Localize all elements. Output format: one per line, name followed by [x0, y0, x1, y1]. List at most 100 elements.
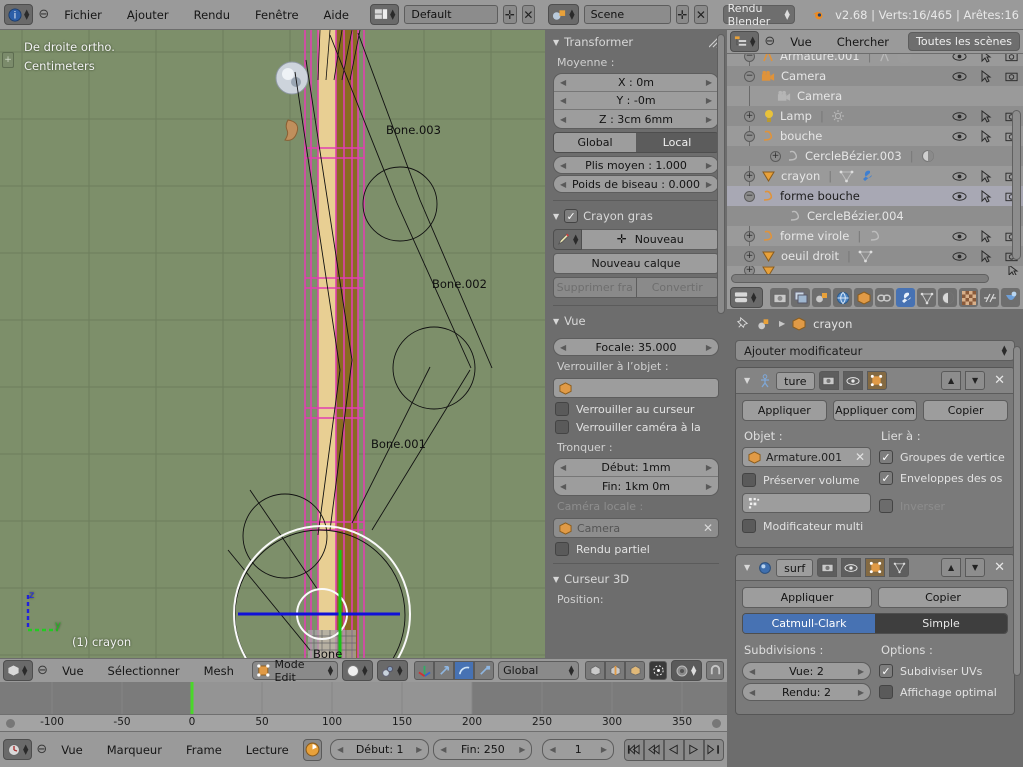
- add-scene-button[interactable]: ✛: [675, 5, 690, 24]
- subsurf-algorithm-toggle[interactable]: Catmull-Clark Simple: [742, 613, 1008, 634]
- frame-end-field[interactable]: ◀ Fin: 250 ▶: [433, 739, 533, 760]
- outliner-restrict-icons[interactable]: [952, 109, 1019, 123]
- clip-fields[interactable]: ◀ Début: 1mm ▶ ◀ Fin: 1km 0m ▶: [553, 458, 719, 496]
- tab-render-layers[interactable]: [791, 288, 810, 307]
- bone-envelopes-checkbox[interactable]: ✓: [879, 471, 893, 485]
- add-modifier-dropdown[interactable]: Ajouter modificateur ▲ ▼: [735, 340, 1015, 361]
- panel-header-cursor-3d[interactable]: ▼ Curseur 3D: [545, 37, 727, 590]
- optimal-display-row[interactable]: Affichage optimal: [879, 685, 1008, 699]
- tab-physics[interactable]: [1001, 288, 1020, 307]
- outliner-row-forme-bouche[interactable]: − forme bouche: [727, 186, 1023, 206]
- tab-material[interactable]: [938, 288, 957, 307]
- subsurf-oncage-toggle[interactable]: [889, 558, 910, 577]
- timeline-editor[interactable]: -100 -50 0 50 100 150 200 250 300 350 ▲ ▼…: [0, 682, 727, 767]
- viewport-properties-panel[interactable]: ▼ Transformer Moyenne : ◀ X : 0m ▶ ◀ Y :…: [545, 30, 727, 658]
- armature-object-field[interactable]: Armature.001 ✕: [742, 447, 871, 467]
- subsurf-viewport-toggle[interactable]: [841, 558, 862, 577]
- median-fields[interactable]: ◀ X : 0m ▶ ◀ Y : -0m ▶ ◀ Z : 3cm 6mm ▶: [553, 73, 719, 129]
- outliner-tree[interactable]: − Armature.001 | − Camera Camera + Lamp …: [727, 54, 1023, 286]
- grease-pencil-delete-frame-button[interactable]: Supprimer fra: [553, 277, 637, 298]
- clip-end-field[interactable]: ◀ Fin: 1km 0m ▶: [554, 477, 718, 495]
- cursor-arrow-icon[interactable]: [980, 249, 992, 263]
- outliner-menu-chercher[interactable]: Chercher: [827, 32, 899, 52]
- outliner-menu-vue[interactable]: Vue: [780, 32, 821, 52]
- falloff-selector[interactable]: ▲ ▼: [671, 660, 703, 681]
- mean-crease-field[interactable]: ◀ Plis moyen : 1.000 ▶: [553, 156, 719, 174]
- transform-orientation-selector[interactable]: Global ▲ ▼: [498, 661, 580, 680]
- cursor-arrow-icon[interactable]: [980, 169, 992, 183]
- play-reverse-button[interactable]: [663, 738, 684, 761]
- cursor-arrow-icon[interactable]: [980, 54, 992, 63]
- outliner-restrict-icons[interactable]: [952, 54, 1019, 63]
- bone-envelopes-row[interactable]: ✓ Enveloppes des os: [879, 471, 1008, 485]
- expander-icon[interactable]: +: [770, 150, 781, 162]
- clear-armature-object-icon[interactable]: ✕: [855, 450, 865, 464]
- outliner-row-armature001[interactable]: − Armature.001 |: [727, 54, 1023, 66]
- scroll-handle-left-icon[interactable]: [6, 719, 15, 728]
- editor-type-timeline-selector[interactable]: ▲ ▼: [3, 739, 33, 760]
- subsurf-apply-button[interactable]: Appliquer: [742, 587, 872, 608]
- face-select-button[interactable]: [625, 661, 646, 680]
- lock-cursor-row[interactable]: Verrouiller au curseur: [555, 402, 717, 416]
- clip-start-field[interactable]: ◀ Début: 1mm ▶: [554, 459, 718, 477]
- subsurf-simple-button[interactable]: Simple: [875, 614, 1007, 633]
- cursor-arrow-icon[interactable]: [980, 69, 992, 83]
- tab-particles[interactable]: [980, 288, 999, 307]
- eye-icon[interactable]: [952, 251, 967, 262]
- collapse-menu-icon[interactable]: ⊖: [37, 663, 48, 678]
- scene-selector[interactable]: ▲ ▼: [548, 4, 579, 25]
- outliner-vertical-scrollbar[interactable]: [1012, 110, 1021, 260]
- manipulator-toggle-button[interactable]: [414, 661, 435, 680]
- camera-render-icon[interactable]: [1005, 70, 1019, 82]
- grease-pencil-new-button[interactable]: ✛ Nouveau: [582, 229, 719, 250]
- outliner-row-cerclebezier004[interactable]: CercleBézier.004: [727, 206, 1023, 226]
- multi-modifier-checkbox[interactable]: [742, 519, 756, 533]
- modifier-editmode-toggle[interactable]: [866, 371, 887, 390]
- render-engine-selector[interactable]: Rendu Blender ▲ ▼: [722, 2, 795, 28]
- toolshelf-expand-handle[interactable]: +: [2, 52, 14, 68]
- tl-menu-frame[interactable]: Frame: [176, 740, 232, 760]
- modifier-subsurf-name[interactable]: surf: [776, 558, 814, 577]
- expander-icon[interactable]: −: [744, 54, 755, 62]
- local-camera-field[interactable]: Camera ✕: [553, 518, 719, 538]
- vertex-groups-row[interactable]: ✓ Groupes de vertice: [879, 450, 1008, 464]
- scroll-handle-right-icon[interactable]: [712, 719, 721, 728]
- outliner-display-mode-selector[interactable]: Toutes les scènes: [908, 32, 1020, 51]
- properties-editor[interactable]: ▲ ▼ ▶ crayon Ajouter modificateur ▲ ▼ ▼ …: [727, 286, 1023, 767]
- editor-type-3dview-selector[interactable]: ▲ ▼: [3, 660, 34, 681]
- camera-render-icon[interactable]: [1005, 54, 1019, 62]
- menu-fichier[interactable]: Fichier: [54, 5, 112, 25]
- outliner-restrict-icons[interactable]: [952, 169, 1019, 183]
- play-button[interactable]: [683, 738, 704, 761]
- median-y-field[interactable]: ◀ Y : -0m ▶: [554, 92, 718, 110]
- expander-icon[interactable]: −: [744, 70, 755, 82]
- lock-camera-row[interactable]: Verrouiller caméra à la: [555, 420, 717, 434]
- translate-manipulator-button[interactable]: [434, 661, 455, 680]
- render-border-checkbox[interactable]: [555, 542, 569, 556]
- subsurf-move-down-button[interactable]: ▼: [965, 558, 986, 577]
- menu-ajouter[interactable]: Ajouter: [117, 5, 179, 25]
- tab-modifiers[interactable]: [896, 288, 915, 307]
- subdivide-uvs-checkbox[interactable]: ✓: [879, 664, 893, 678]
- outliner-row-forme-virole[interactable]: + forme virole |: [727, 226, 1023, 246]
- modifier-move-up-button[interactable]: ▲: [941, 371, 962, 390]
- pivot-point-selector[interactable]: ▲ ▼: [377, 660, 409, 681]
- screen-layout-selector[interactable]: ▲ ▼: [369, 4, 400, 25]
- outliner-restrict-icons[interactable]: [952, 189, 1019, 203]
- armature-apply-as-button[interactable]: Appliquer com: [832, 400, 918, 421]
- editor-type-info-selector[interactable]: i ▲ ▼: [4, 4, 34, 25]
- auto-keyframe-button[interactable]: [302, 738, 323, 761]
- delete-scene-button[interactable]: ✕: [694, 5, 708, 24]
- outliner-row-bouche[interactable]: − bouche: [727, 126, 1023, 146]
- subdivide-uvs-row[interactable]: ✓ Subdiviser UVs: [879, 664, 1008, 678]
- subsurf-catmull-clark-button[interactable]: Catmull-Clark: [743, 614, 875, 633]
- eye-icon[interactable]: [952, 171, 967, 182]
- current-frame-field[interactable]: ◀ 1 ▶: [542, 739, 614, 760]
- outliner-restrict-icons[interactable]: [1007, 266, 1019, 275]
- expander-icon[interactable]: +: [744, 170, 755, 182]
- viewport-shading-selector[interactable]: ▲ ▼: [342, 660, 374, 681]
- optimal-display-checkbox[interactable]: [879, 685, 893, 699]
- outliner-editor[interactable]: ▲ ▼ ⊖ Vue Chercher Toutes les scènes − Ar…: [727, 30, 1023, 286]
- eye-icon[interactable]: [952, 231, 967, 242]
- jump-to-end-button[interactable]: [703, 738, 724, 761]
